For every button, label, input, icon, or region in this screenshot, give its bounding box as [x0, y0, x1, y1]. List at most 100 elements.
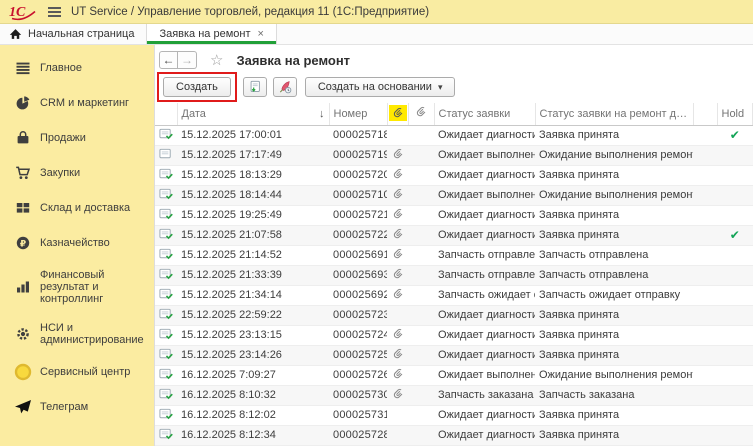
document-posted-icon — [159, 327, 173, 341]
request-status: Ожидает диагностики — [434, 225, 535, 245]
sidebar-item-main[interactable]: Главное — [0, 57, 154, 79]
create-based-on-button[interactable]: Создать на основании ▾ — [305, 77, 456, 97]
chevron-down-icon: ▾ — [438, 82, 443, 93]
paperclip-icon — [392, 388, 404, 400]
table-row[interactable]: 15.12.2025 22:59:22 000025723 Ожидает ди… — [155, 305, 753, 325]
quill-clock-icon — [278, 79, 292, 95]
number-column-header[interactable]: Номер — [329, 103, 387, 125]
row-icon-column-header[interactable] — [155, 103, 177, 125]
red-annotation-box: Создать — [157, 72, 237, 102]
table-row[interactable]: 15.12.2025 17:17:49 000025719 Ожидает вы… — [155, 145, 753, 165]
table-row[interactable]: 15.12.2025 21:07:58 000025722 Ожидает ди… — [155, 225, 753, 245]
attachments-column-header[interactable] — [387, 103, 408, 125]
paperclip-icon — [392, 328, 404, 340]
client-request-status: Запчасть отправлена — [535, 245, 693, 265]
request-number: 000025722 — [329, 225, 387, 245]
request-status: Запчасть отправлена — [434, 265, 535, 285]
copy-document-button[interactable] — [243, 77, 267, 97]
table-row[interactable]: 16.12.2025 8:10:32 000025730 Запчасть за… — [155, 385, 753, 405]
request-date: 16.12.2025 8:10:32 — [177, 385, 329, 405]
request-number: 000025718 — [329, 125, 387, 145]
request-date: 15.12.2025 17:17:49 — [177, 145, 329, 165]
client-request-status: Запчасть ожидает отправку — [535, 285, 693, 305]
hold-check-icon: ✔ — [730, 228, 740, 242]
table-row[interactable]: 15.12.2025 19:25:49 000025721 Ожидает ди… — [155, 205, 753, 225]
home-page-label: Начальная страница — [28, 28, 134, 40]
paperclip-icon — [392, 368, 404, 380]
sidebar-item-admin[interactable]: НСИ и администрирование — [0, 320, 154, 348]
sidebar-item-treasury[interactable]: ₽ Казначейство — [0, 232, 154, 254]
quill-clock-button[interactable] — [273, 77, 297, 97]
client-request-status: Запчасть заказана — [535, 385, 693, 405]
document-posted-icon — [159, 207, 173, 221]
table-row[interactable]: 15.12.2025 17:00:01 000025718 Ожидает ди… — [155, 125, 753, 145]
request-status: Запчасть отправлена — [434, 245, 535, 265]
table-row[interactable]: 16.12.2025 8:12:34 000025728 Ожидает диа… — [155, 425, 753, 445]
history-forward-button[interactable]: → — [178, 51, 197, 69]
request-number: 000025721 — [329, 205, 387, 225]
request-status: Ожидает диагностики — [434, 205, 535, 225]
document-posted-icon — [159, 227, 173, 241]
paperclip-icon — [392, 208, 404, 220]
table-header-row: Дата ↓ Номер Статус заявки — [155, 103, 753, 125]
table-row[interactable]: 15.12.2025 21:33:39 000025693 Запчасть о… — [155, 265, 753, 285]
sidebar-item-crm[interactable]: CRM и маркетинг — [0, 92, 154, 114]
attachments2-column-header[interactable] — [408, 103, 434, 125]
favorite-star-icon[interactable]: ☆ — [210, 51, 223, 69]
client-request-status: Запчасть отправлена — [535, 265, 693, 285]
1c-logo-icon: 1С — [8, 3, 38, 21]
sidebar-item-label: Главное — [40, 62, 82, 74]
window-titlebar: 1С UT Service / Управление торговлей, ре… — [0, 0, 753, 24]
sidebar-item-sales[interactable]: Продажи — [0, 127, 154, 149]
status-column-header[interactable]: Статус заявки — [434, 103, 535, 125]
document-copy-icon — [248, 79, 262, 95]
document-posted-icon — [159, 267, 173, 281]
tab-close-icon[interactable]: × — [258, 28, 264, 40]
request-date: 15.12.2025 23:13:15 — [177, 325, 329, 345]
client-request-status: Ожидание выполнения ремонта — [535, 365, 693, 385]
sidebar-item-service-center[interactable]: Сервисный центр — [0, 361, 154, 383]
client-status-column-header[interactable]: Статус заявки на ремонт для кл... — [535, 103, 693, 125]
table-row[interactable]: 16.12.2025 8:12:02 000025731 Ожидает диа… — [155, 405, 753, 425]
sidebar-item-finance[interactable]: Финансовый результат и контроллинг — [0, 267, 154, 307]
request-status: Ожидает диагностики — [434, 405, 535, 425]
client-request-status: Заявка принята — [535, 345, 693, 365]
document-unposted-icon — [159, 147, 173, 161]
request-number: 000025691 — [329, 245, 387, 265]
request-status: Ожидает выполнени... — [434, 185, 535, 205]
request-number: 000025692 — [329, 285, 387, 305]
table-row[interactable]: 15.12.2025 21:14:52 000025691 Запчасть о… — [155, 245, 753, 265]
main-menu-icon[interactable] — [48, 7, 61, 17]
request-date: 15.12.2025 18:13:29 — [177, 165, 329, 185]
paperclip-icon — [392, 348, 404, 360]
hold-column-header[interactable]: Hold — [717, 103, 753, 125]
table-row[interactable]: 15.12.2025 21:34:14 000025692 Запчасть о… — [155, 285, 753, 305]
date-column-header[interactable]: Дата ↓ — [177, 103, 329, 125]
client-request-status: Заявка принята — [535, 205, 693, 225]
request-number: 000025723 — [329, 305, 387, 325]
table-row[interactable]: 15.12.2025 23:14:26 000025725 Ожидает ди… — [155, 345, 753, 365]
request-number: 000025724 — [329, 325, 387, 345]
table-row[interactable]: 15.12.2025 18:14:44 000025710 Ожидает вы… — [155, 185, 753, 205]
request-status: Ожидает диагностики — [434, 165, 535, 185]
sidebar-item-label: Телеграм — [40, 401, 88, 413]
table-row[interactable]: 15.12.2025 18:13:29 000025720 Ожидает ди… — [155, 165, 753, 185]
sidebar-item-label: Закупки — [40, 167, 80, 179]
sidebar-item-label: Продажи — [40, 132, 86, 144]
history-back-button[interactable]: ← — [159, 51, 178, 69]
request-status: Ожидает диагностики — [434, 345, 535, 365]
tab-bar: Начальная страница Заявка на ремонт × — [0, 24, 753, 45]
create-button[interactable]: Создать — [163, 77, 231, 97]
table-row[interactable]: 16.12.2025 7:09:27 000025726 Ожидает вып… — [155, 365, 753, 385]
tab-repair-request[interactable]: Заявка на ремонт × — [146, 24, 277, 44]
sidebar-item-purchases[interactable]: Закупки — [0, 162, 154, 184]
sidebar-item-telegram[interactable]: Телеграм — [0, 396, 154, 418]
table-row[interactable]: 15.12.2025 23:13:15 000025724 Ожидает ди… — [155, 325, 753, 345]
request-date: 16.12.2025 7:09:27 — [177, 365, 329, 385]
request-status: Ожидает диагностики — [434, 425, 535, 445]
paperclip-icon — [392, 288, 404, 300]
home-page-button[interactable]: Начальная страница — [0, 24, 146, 44]
cart-icon — [14, 165, 32, 181]
requests-table-body: 15.12.2025 17:00:01 000025718 Ожидает ди… — [155, 125, 753, 445]
sidebar-item-warehouse[interactable]: Склад и доставка — [0, 197, 154, 219]
